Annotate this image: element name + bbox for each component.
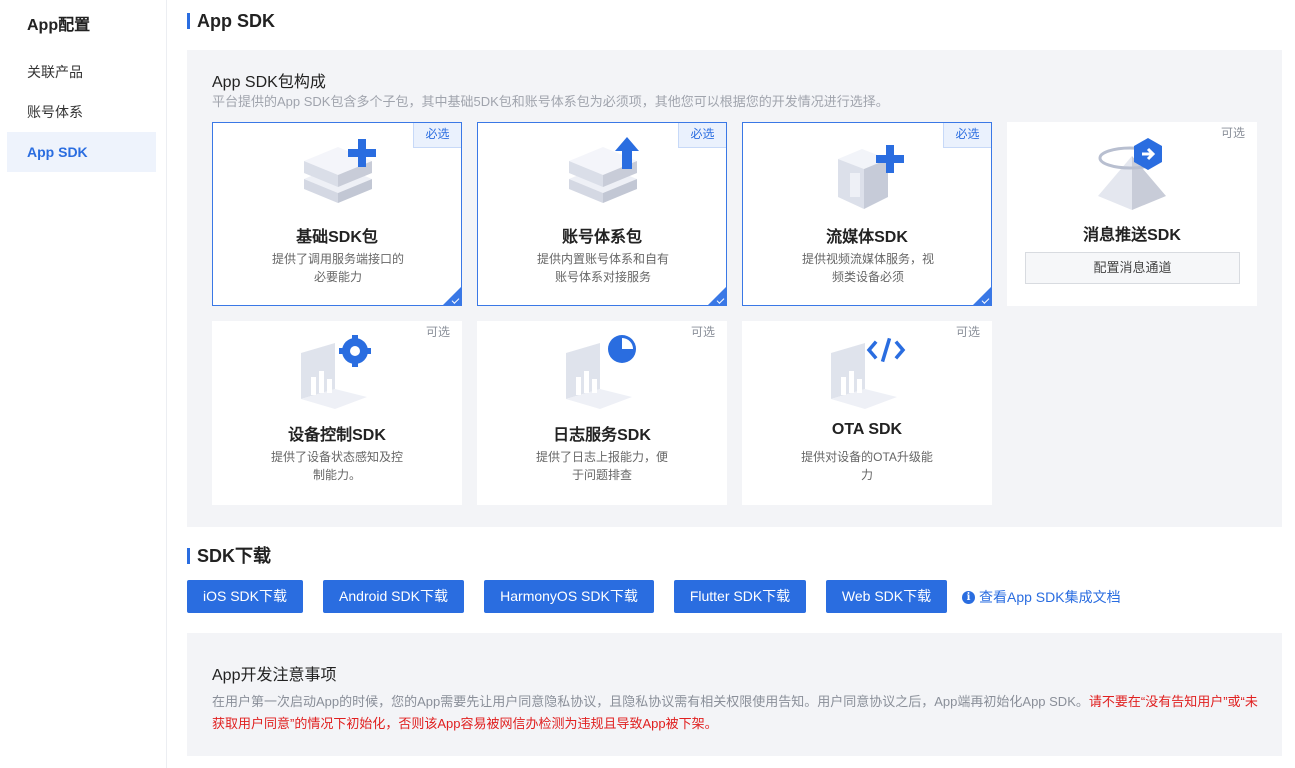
card-description: 提供视频流媒体服务，视频类设备必须 xyxy=(801,252,934,284)
section-title-sdk-download: SDK下载 xyxy=(187,546,271,566)
sidebar-item-linked-products[interactable]: 关联产品 xyxy=(7,52,156,92)
sidebar-item-account-system[interactable]: 账号体系 xyxy=(7,92,156,132)
harmonyos-sdk-download-button[interactable]: HarmonyOS SDK下载 xyxy=(484,580,654,613)
sdk-card-streaming[interactable]: 必选 流媒体SDK 提供视频流媒体服务，视频类设备必须 xyxy=(742,122,992,306)
optional-tag: 可选 xyxy=(955,325,980,339)
notice-body: 在用户第一次启动App的时候，您的App需要先让用户同意隐私协议，且隐私协议需有… xyxy=(212,694,1089,709)
sdk-card-ota[interactable]: 可选 OTA SDK 提供对设备的OTA升级能力 xyxy=(742,321,992,505)
card-description: 提供了设备状态感知及控制能力。 xyxy=(270,450,403,482)
panel-title: App SDK包构成 xyxy=(212,74,326,91)
card-description: 提供内置账号体系和自有账号体系对接服务 xyxy=(536,252,669,284)
server-upload-icon xyxy=(569,137,639,203)
server-plus-icon xyxy=(304,139,376,203)
sidebar-item-app-sdk[interactable]: App SDK xyxy=(7,132,156,172)
log-chart-icon xyxy=(566,335,636,409)
sdk-composition-panel: App SDK包构成 平台提供的App SDK包含多个子包，其中基础5DK包和账… xyxy=(187,50,1282,527)
panel-description: 平台提供的App SDK包含多个子包，其中基础5DK包和账号体系包为必须项，其他… xyxy=(212,94,889,109)
required-tag: 必选 xyxy=(943,123,991,148)
sdk-card-basic[interactable]: 必选 基础SDK包 提供了调用服务端接口的必要能力 xyxy=(212,122,462,306)
optional-tag: 可选 xyxy=(690,325,715,339)
optional-tag: 可选 xyxy=(1220,126,1245,140)
optional-tag: 可选 xyxy=(425,325,450,339)
sidebar-title: App配置 xyxy=(27,17,91,34)
section-title-app-sdk: App SDK xyxy=(187,11,275,31)
card-name: 账号体系包 xyxy=(561,229,642,246)
push-message-icon xyxy=(1098,138,1166,210)
notice-title: App开发注意事项 xyxy=(212,667,337,684)
card-name: OTA SDK xyxy=(831,421,903,438)
ota-code-icon xyxy=(831,337,906,409)
sdk-card-device-control[interactable]: 可选 设备控制SDK 提供了设备状态感知及控制能力。 xyxy=(212,321,462,505)
required-tag: 必选 xyxy=(678,123,726,148)
media-box-plus-icon xyxy=(838,145,904,209)
card-description: 提供对设备的OTA升级能力 xyxy=(801,450,933,482)
flutter-sdk-download-button[interactable]: Flutter SDK下载 xyxy=(674,580,806,613)
required-tag: 必选 xyxy=(413,123,461,148)
card-name: 设备控制SDK xyxy=(288,427,386,444)
card-name: 消息推送SDK xyxy=(1083,227,1181,244)
web-sdk-download-button[interactable]: Web SDK下载 xyxy=(826,580,947,613)
ios-sdk-download-button[interactable]: iOS SDK下载 xyxy=(187,580,303,613)
android-sdk-download-button[interactable]: Android SDK下载 xyxy=(323,580,464,613)
card-name: 流媒体SDK xyxy=(826,229,908,246)
doc-link-label: 查看App SDK集成文档 xyxy=(979,589,1121,605)
device-gear-icon xyxy=(301,335,371,409)
card-description: 提供了日志上报能力，便于问题排查 xyxy=(535,450,668,482)
dev-notice-panel: App开发注意事项 在用户第一次启动App的时候，您的App需要先让用户同意隐私… xyxy=(187,633,1282,756)
sdk-integration-doc-link[interactable]: i 查看App SDK集成文档 xyxy=(962,587,1121,607)
sdk-card-account[interactable]: 必选 账号体系包 提供内置账号体系和自有账号体系对接服务 xyxy=(477,122,727,306)
configure-message-channel-button[interactable]: 配置消息通道 xyxy=(1025,252,1240,284)
sidebar: App配置 关联产品 账号体系 App SDK xyxy=(0,0,167,768)
card-name: 日志服务SDK xyxy=(553,427,651,444)
sdk-card-push[interactable]: 可选 消息推送SDK 配置消息通道 xyxy=(1007,122,1257,306)
notice-text: 在用户第一次启动App的时候，您的App需要先让用户同意隐私协议，且隐私协议需有… xyxy=(212,691,1262,735)
card-description: 提供了调用服务端接口的必要能力 xyxy=(271,252,404,284)
info-icon: i xyxy=(962,590,975,604)
sdk-card-log-service[interactable]: 可选 日志服务SDK 提供了日志上报能力，便于问题排查 xyxy=(477,321,727,505)
card-name: 基础SDK包 xyxy=(296,229,378,246)
